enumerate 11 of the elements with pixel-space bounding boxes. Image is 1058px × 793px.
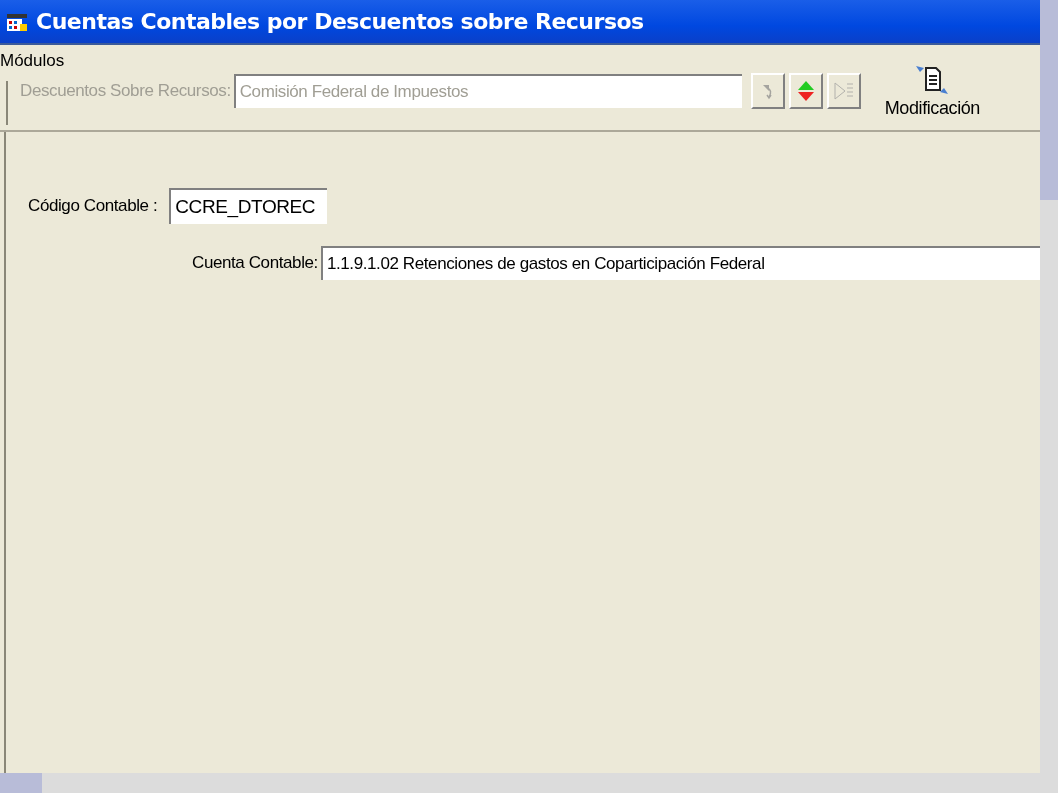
window-title: Cuentas Contables por Descuentos sobre Recursos [36, 9, 644, 34]
up-down-triangles-icon [796, 79, 815, 102]
group-label: Módulos [0, 51, 65, 71]
field-label: Código Contable : [28, 196, 158, 216]
code-field[interactable]: CCRE_DTOREC [169, 188, 328, 224]
field-label: Descuentos Sobre Recursos: [20, 80, 231, 101]
modify-button[interactable]: Modificación [884, 62, 980, 119]
up-down-button[interactable] [788, 72, 823, 109]
field-label: Cuenta Contable: [192, 253, 318, 273]
app-grid-icon [6, 11, 28, 32]
account-field[interactable]: 1.1.9.1.02 Retenciones de gastos en Coparticipación Federal [320, 246, 1040, 280]
